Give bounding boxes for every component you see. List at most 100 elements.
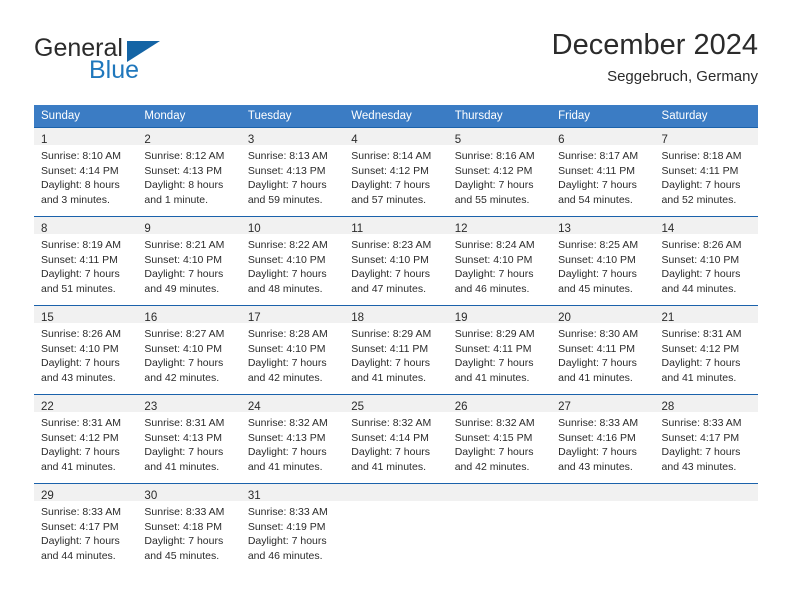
day-number: 3 [247, 134, 255, 146]
day-number-band: 30 [137, 484, 241, 502]
calendar-day-cell[interactable]: 1 Sunrise: 8:10 AM Sunset: 4:14 PM Daylight… [34, 128, 138, 216]
sunrise-time: Sunrise: 8:28 AM [247, 328, 328, 340]
sunrise-time: Sunrise: 8:30 AM [558, 328, 639, 340]
calendar-header-row: Sunday Monday Tuesday Wednesday Thursday Frid… [34, 105, 758, 128]
calendar-day-cell[interactable]: 24 Sunrise: 8:32 AM Sunset: 4:13 PM Dayligh… [240, 395, 345, 483]
calendar-day-cell[interactable]: 21 Sunrise: 8:31 AM Sunset: 4:12 PM Dayligh… [654, 306, 758, 394]
day-number-band: 11 [344, 217, 448, 235]
calendar-day-cell[interactable]: 12 Sunrise: 8:24 AM Sunset: 4:10 PM Dayligh… [447, 217, 552, 305]
sunrise-time: Sunrise: 8:24 AM [454, 239, 535, 251]
day-number: 6 [558, 134, 565, 146]
day-number: 19 [454, 312, 468, 324]
calendar-day-cell[interactable]: 19 Sunrise: 8:29 AM Sunset: 4:11 PM Dayligh… [447, 306, 552, 394]
sunrise-time: Sunrise: 8:27 AM [144, 328, 225, 340]
sunset-time: Sunset: 4:13 PM [247, 431, 326, 444]
day-number-band: 13 [551, 217, 655, 235]
sunset-time: Sunset: 4:17 PM [661, 431, 740, 444]
daylight-duration-line1: Daylight: 7 hours [247, 357, 327, 370]
daylight-duration-line2: and 41 minutes. [41, 460, 116, 473]
sunrise-time: Sunrise: 8:17 AM [558, 150, 639, 162]
day-number-band: 15 [34, 306, 138, 324]
brand-logo[interactable]: General Blue [34, 34, 214, 92]
calendar-day-cell[interactable]: 18 Sunrise: 8:29 AM Sunset: 4:11 PM Dayligh… [344, 306, 448, 394]
daylight-duration-line2: and 45 minutes. [144, 549, 220, 562]
calendar-day-cell[interactable]: 27 Sunrise: 8:33 AM Sunset: 4:16 PM Dayligh… [551, 395, 655, 483]
daylight-duration-line2: and 45 minutes. [558, 282, 633, 295]
calendar-day-cell[interactable]: 15 Sunrise: 8:26 AM Sunset: 4:10 PM Dayligh… [34, 306, 138, 394]
calendar-day-cell[interactable]: 6 Sunrise: 8:17 AM Sunset: 4:11 PM Daylight… [551, 128, 655, 216]
sunrise-time: Sunrise: 8:26 AM [41, 328, 121, 340]
daylight-duration-line2: and 59 minutes. [247, 193, 323, 206]
calendar-day-cell[interactable]: 13 Sunrise: 8:25 AM Sunset: 4:10 PM Dayligh… [551, 217, 655, 305]
day-number-band [344, 484, 448, 501]
daylight-duration-line1: Daylight: 8 hours [41, 179, 120, 192]
daylight-duration-line2: and 54 minutes. [558, 193, 633, 206]
calendar-day-cell[interactable]: 5 Sunrise: 8:16 AM Sunset: 4:12 PM Daylight… [447, 128, 552, 216]
daylight-duration-line1: Daylight: 7 hours [247, 268, 327, 281]
day-number: 16 [144, 312, 158, 324]
day-details: Sunrise: 8:30 AM Sunset: 4:11 PM Daylight:… [551, 323, 654, 385]
day-number-band: 2 [137, 128, 241, 146]
sunset-time: Sunset: 4:12 PM [41, 431, 119, 444]
day-details: Sunrise: 8:26 AM Sunset: 4:10 PM Daylight:… [34, 323, 137, 385]
calendar-day-cell[interactable]: 28 Sunrise: 8:33 AM Sunset: 4:17 PM Dayligh… [654, 395, 758, 483]
day-details: Sunrise: 8:13 AM Sunset: 4:13 PM Daylight:… [241, 145, 344, 207]
calendar-day-cell[interactable]: 7 Sunrise: 8:18 AM Sunset: 4:11 PM Daylight… [654, 128, 758, 216]
sunrise-time: Sunrise: 8:10 AM [41, 150, 121, 162]
sunset-time: Sunset: 4:11 PM [351, 342, 429, 355]
sunset-time: Sunset: 4:14 PM [351, 431, 429, 444]
calendar-day-cell[interactable]: 22 Sunrise: 8:31 AM Sunset: 4:12 PM Dayligh… [34, 395, 138, 483]
calendar-day-cell[interactable]: 16 Sunrise: 8:27 AM Sunset: 4:10 PM Dayligh… [137, 306, 241, 394]
sunrise-time: Sunrise: 8:33 AM [558, 417, 639, 429]
day-number-band: 6 [551, 128, 655, 146]
day-number-band: 23 [137, 395, 241, 413]
daylight-duration-line2: and 41 minutes. [144, 460, 220, 473]
day-number: 15 [41, 312, 54, 324]
sunrise-time: Sunrise: 8:21 AM [144, 239, 225, 251]
day-number-band: 19 [447, 306, 552, 324]
calendar-day-cell[interactable]: 23 Sunrise: 8:31 AM Sunset: 4:13 PM Dayligh… [137, 395, 241, 483]
calendar-day-cell[interactable]: 2 Sunrise: 8:12 AM Sunset: 4:13 PM Daylight… [137, 128, 241, 216]
day-number-band: 27 [551, 395, 655, 413]
calendar-day-cell-empty [551, 484, 655, 572]
page-subtitle: Seggebruch, Germany [607, 68, 758, 85]
calendar-day-cell[interactable]: 14 Sunrise: 8:26 AM Sunset: 4:10 PM Dayligh… [654, 217, 758, 305]
calendar-day-cell[interactable]: 20 Sunrise: 8:30 AM Sunset: 4:11 PM Dayligh… [551, 306, 655, 394]
sunset-time: Sunset: 4:10 PM [661, 253, 740, 266]
calendar-day-cell[interactable]: 10 Sunrise: 8:22 AM Sunset: 4:10 PM Dayligh… [240, 217, 345, 305]
calendar-day-cell[interactable]: 3 Sunrise: 8:13 AM Sunset: 4:13 PM Daylight… [240, 128, 345, 216]
calendar-day-cell[interactable]: 4 Sunrise: 8:14 AM Sunset: 4:12 PM Daylight… [344, 128, 448, 216]
daylight-duration-line1: Daylight: 7 hours [454, 268, 534, 281]
sunrise-time: Sunrise: 8:12 AM [144, 150, 225, 162]
calendar-day-cell[interactable]: 30 Sunrise: 8:33 AM Sunset: 4:18 PM Dayligh… [137, 484, 241, 572]
calendar-day-cell[interactable]: 29 Sunrise: 8:33 AM Sunset: 4:17 PM Dayligh… [34, 484, 138, 572]
brand-name-blue: Blue [89, 56, 140, 84]
day-details: Sunrise: 8:25 AM Sunset: 4:10 PM Daylight:… [551, 234, 654, 296]
day-number-band: 22 [34, 395, 138, 413]
calendar-day-cell[interactable]: 9 Sunrise: 8:21 AM Sunset: 4:10 PM Daylight… [137, 217, 241, 305]
day-number: 12 [454, 223, 468, 235]
sunset-time: Sunset: 4:17 PM [41, 520, 119, 533]
calendar-day-cell[interactable]: 31 Sunrise: 8:33 AM Sunset: 4:19 PM Dayligh… [240, 484, 345, 572]
calendar-week-row: 15 Sunrise: 8:26 AM Sunset: 4:10 PM Dayligh… [34, 305, 758, 395]
day-details: Sunrise: 8:24 AM Sunset: 4:10 PM Daylight:… [448, 234, 551, 296]
calendar-day-cell[interactable]: 26 Sunrise: 8:32 AM Sunset: 4:15 PM Dayligh… [447, 395, 552, 483]
day-details: Sunrise: 8:28 AM Sunset: 4:10 PM Daylight:… [241, 323, 344, 385]
day-details: Sunrise: 8:16 AM Sunset: 4:12 PM Daylight:… [448, 145, 551, 207]
day-number-band: 4 [344, 128, 448, 146]
weekday-header-thursday: Thursday [447, 105, 552, 128]
calendar-day-cell[interactable]: 25 Sunrise: 8:32 AM Sunset: 4:14 PM Dayligh… [344, 395, 448, 483]
page-title: December 2024 [551, 29, 758, 61]
daylight-duration-line1: Daylight: 7 hours [661, 179, 741, 192]
day-details: Sunrise: 8:19 AM Sunset: 4:11 PM Daylight:… [34, 234, 137, 296]
day-details: Sunrise: 8:33 AM Sunset: 4:16 PM Daylight:… [551, 412, 654, 474]
daylight-duration-line1: Daylight: 7 hours [144, 268, 224, 281]
sunset-time: Sunset: 4:10 PM [41, 342, 119, 355]
daylight-duration-line1: Daylight: 7 hours [41, 446, 120, 459]
calendar-day-cell[interactable]: 17 Sunrise: 8:28 AM Sunset: 4:10 PM Dayligh… [240, 306, 345, 394]
calendar-day-cell[interactable]: 11 Sunrise: 8:23 AM Sunset: 4:10 PM Dayligh… [344, 217, 448, 305]
daylight-duration-line1: Daylight: 8 hours [144, 179, 224, 192]
daylight-duration-line2: and 48 minutes. [247, 282, 323, 295]
daylight-duration-line2: and 41 minutes. [661, 371, 737, 384]
calendar-day-cell[interactable]: 8 Sunrise: 8:19 AM Sunset: 4:11 PM Daylight… [34, 217, 138, 305]
